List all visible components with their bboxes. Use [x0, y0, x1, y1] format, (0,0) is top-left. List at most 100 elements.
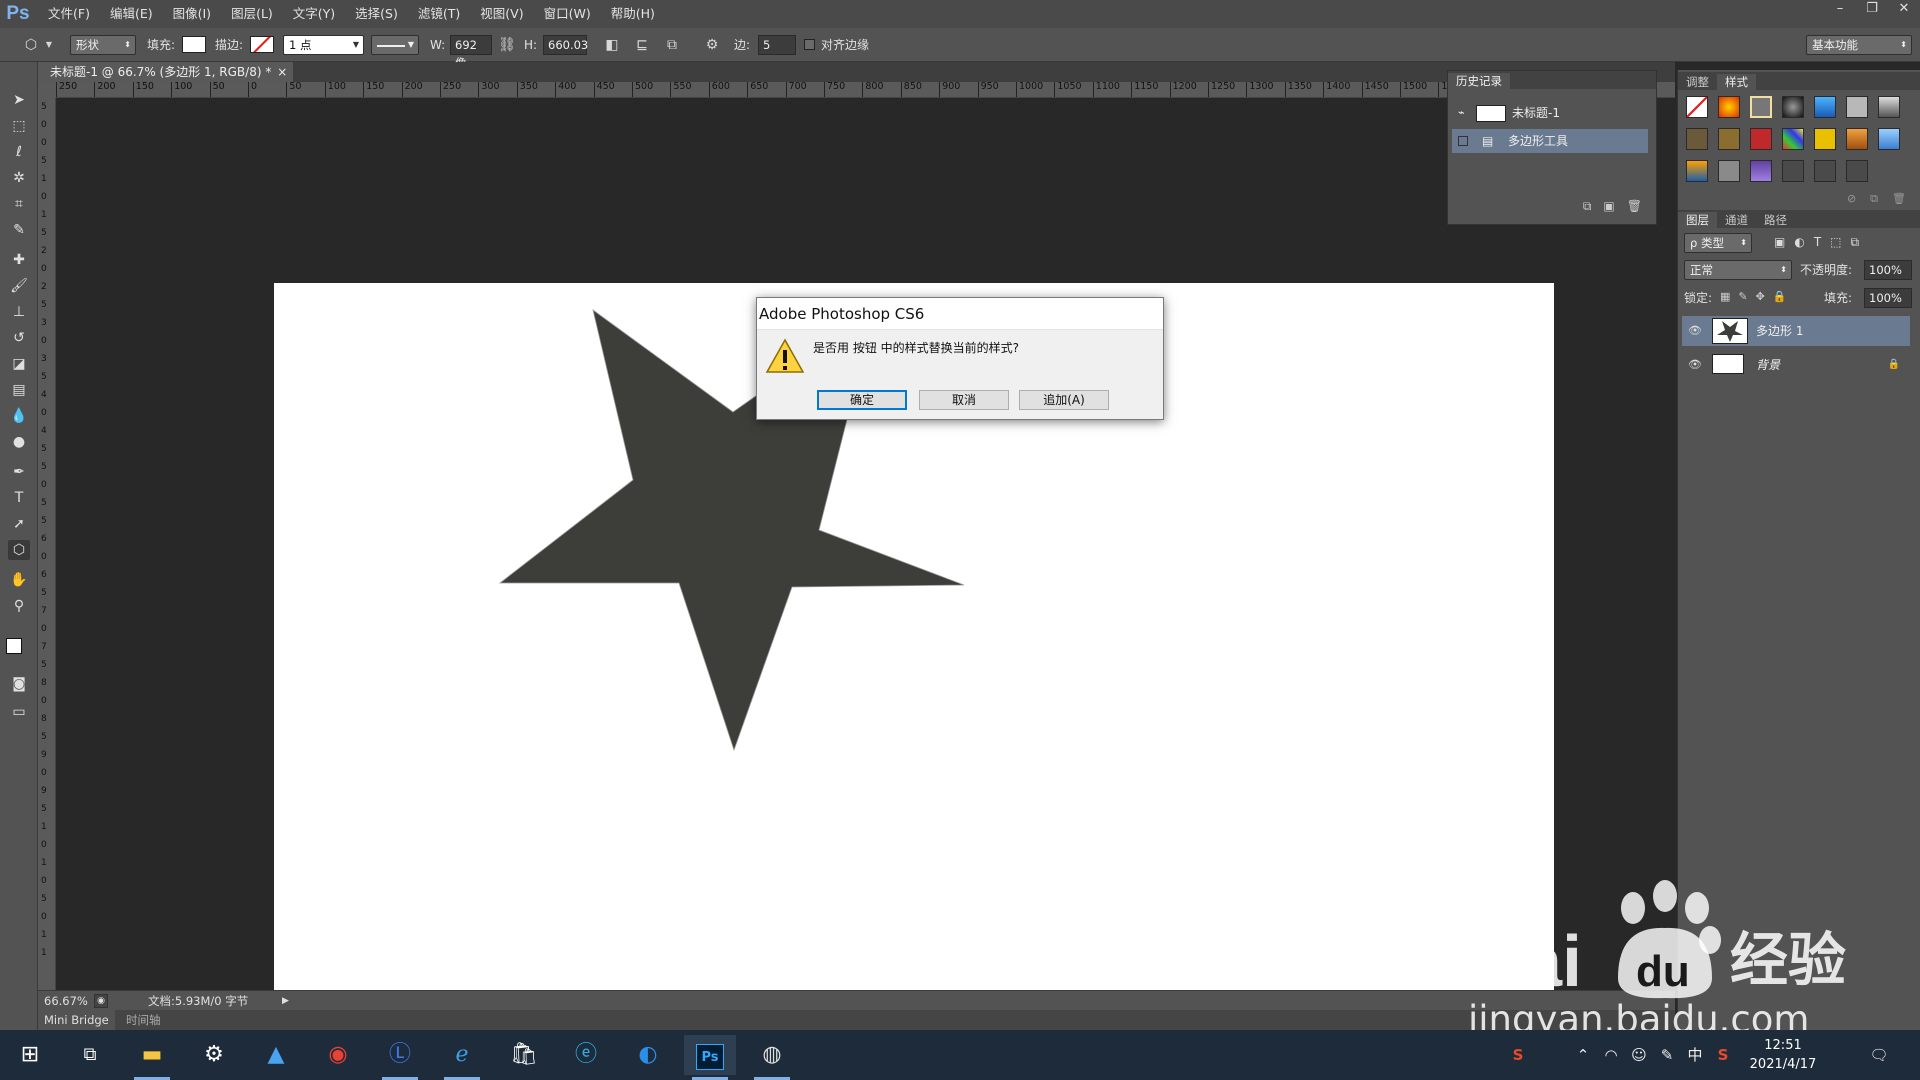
qq-icon[interactable]: ☺: [1628, 1030, 1650, 1080]
photos-icon[interactable]: ▲: [250, 1035, 302, 1075]
style-swatch[interactable]: [1686, 160, 1708, 182]
tool-mode-select[interactable]: 形状 ⬍: [70, 35, 136, 55]
width-field[interactable]: 692 像: [450, 35, 492, 70]
clock[interactable]: 12:51 2021/4/17: [1738, 1036, 1828, 1074]
wifi-icon[interactable]: ◠: [1600, 1030, 1622, 1080]
zoom-level[interactable]: 66.67%: [44, 991, 88, 1011]
zoom-tool-icon[interactable]: ⚲: [8, 596, 30, 616]
clear-style-icon[interactable]: ⊘: [1847, 192, 1856, 206]
menu-item[interactable]: 图层(L): [221, 0, 283, 28]
settings-gear-icon[interactable]: ⚙: [188, 1035, 240, 1075]
layer-name[interactable]: 多边形 1: [1756, 316, 1803, 346]
dodge-tool-icon[interactable]: ●: [8, 432, 30, 452]
style-swatch[interactable]: [1846, 160, 1868, 182]
workspace-select[interactable]: 基本功能 ⬍: [1806, 35, 1912, 55]
cancel-button[interactable]: 取消: [919, 390, 1009, 410]
history-brush-icon[interactable]: ↺: [8, 328, 30, 348]
healing-brush-icon[interactable]: ✚: [8, 250, 30, 270]
tab-timeline[interactable]: 时间轴: [120, 1010, 167, 1030]
crop-tool-icon[interactable]: ⌗: [8, 194, 30, 214]
minimize-button[interactable]: –: [1824, 0, 1856, 20]
style-swatch[interactable]: [1718, 128, 1740, 150]
style-swatch[interactable]: [1686, 96, 1708, 118]
quick-mask-icon[interactable]: ◙: [8, 674, 30, 694]
menu-item[interactable]: 文件(F): [38, 0, 100, 28]
style-swatch[interactable]: [1750, 128, 1772, 150]
menu-item[interactable]: 图像(I): [163, 0, 221, 28]
chevron-right-icon[interactable]: ▶: [282, 991, 289, 1011]
lark-icon[interactable]: Ⓛ: [374, 1035, 426, 1080]
chevron-up-icon[interactable]: ⌃: [1572, 1030, 1594, 1080]
pen-tool-icon[interactable]: ✒: [8, 462, 30, 482]
restore-button[interactable]: ❐: [1856, 0, 1888, 20]
tab-history[interactable]: 历史记录: [1448, 73, 1510, 89]
stroke-width-field[interactable]: 1 点 ▼: [283, 35, 364, 55]
browser-e-icon[interactable]: ⓔ: [560, 1035, 612, 1075]
type-tool-icon[interactable]: T: [8, 488, 30, 508]
lock-pixels-icon[interactable]: ✎: [1738, 290, 1747, 303]
layer-row[interactable]: 👁 背景 🔒: [1682, 350, 1910, 380]
layer-filter-select[interactable]: ρ 类型 ⬍: [1684, 233, 1752, 253]
close-button[interactable]: ✕: [1888, 0, 1920, 20]
style-swatch[interactable]: [1814, 96, 1836, 118]
style-swatch[interactable]: [1878, 128, 1900, 150]
path-selection-icon[interactable]: ➚: [8, 514, 30, 534]
style-swatch[interactable]: [1782, 160, 1804, 182]
photoshop-taskbar-icon[interactable]: Ps: [684, 1035, 736, 1080]
blur-tool-icon[interactable]: 💧: [8, 406, 30, 426]
camera-icon[interactable]: ▣: [1603, 199, 1614, 214]
brush-tool-icon[interactable]: 🖌: [8, 276, 30, 296]
fill-field[interactable]: 100%: [1864, 288, 1912, 308]
tab-channels[interactable]: 通道: [1717, 212, 1756, 228]
menu-item[interactable]: 滤镜(T): [408, 0, 470, 28]
history-item[interactable]: ▤ 多边形工具: [1452, 129, 1648, 153]
path-operations-icon[interactable]: ◧: [602, 35, 622, 55]
tab-styles[interactable]: 样式: [1717, 74, 1756, 90]
visibility-eye-icon[interactable]: 👁: [1688, 350, 1702, 380]
menu-item[interactable]: 编辑(E): [100, 0, 163, 28]
store-icon[interactable]: 🛍: [498, 1035, 550, 1075]
lock-transparent-icon[interactable]: ▦: [1720, 290, 1730, 303]
vertical-ruler[interactable]: 5005101520253035404550556065707580859095…: [38, 98, 56, 990]
shape-filter-icon[interactable]: ⬚: [1830, 235, 1841, 250]
move-tool-icon[interactable]: ➤: [8, 90, 30, 110]
stamp-tool-icon[interactable]: ⊥: [8, 302, 30, 322]
style-swatch[interactable]: [1814, 160, 1836, 182]
qq-browser-icon[interactable]: ◐: [622, 1035, 674, 1075]
visibility-eye-icon[interactable]: 👁: [1688, 316, 1702, 346]
path-arrangement-icon[interactable]: ⧉: [662, 35, 682, 55]
sogou-tray-icon[interactable]: S: [1712, 1030, 1734, 1080]
trash-icon[interactable]: 🗑: [1892, 192, 1906, 206]
media-player-icon[interactable]: ◍: [746, 1035, 798, 1080]
new-style-icon[interactable]: ⧉: [1870, 192, 1878, 206]
tab-adjustments[interactable]: 调整: [1678, 74, 1717, 90]
ok-button[interactable]: 确定: [817, 390, 907, 410]
polygon-tool-icon[interactable]: ⬡: [8, 540, 30, 560]
windows-start-icon[interactable]: ⊞: [4, 1035, 56, 1075]
style-swatch[interactable]: [1750, 160, 1772, 182]
style-swatch[interactable]: [1718, 96, 1740, 118]
lasso-tool-icon[interactable]: ℓ: [8, 142, 30, 162]
sogou-input-icon[interactable]: S: [1506, 1030, 1530, 1080]
link-icon[interactable]: ⛓: [498, 35, 516, 55]
tab-layers[interactable]: 图层: [1678, 212, 1717, 228]
polygon-tool-preset-icon[interactable]: ⬡: [20, 35, 42, 55]
internet-explorer-icon[interactable]: ℯ: [436, 1035, 488, 1080]
menu-item[interactable]: 窗口(W): [534, 0, 601, 28]
pen-icon[interactable]: ✎: [1656, 1030, 1678, 1080]
trash-icon[interactable]: 🗑: [1627, 199, 1642, 214]
layer-row[interactable]: 👁 多边形 1: [1682, 316, 1910, 346]
file-explorer-icon[interactable]: ▬: [126, 1035, 178, 1080]
sides-field[interactable]: 5: [758, 35, 796, 55]
lock-position-icon[interactable]: ✥: [1756, 290, 1765, 303]
adjustment-filter-icon[interactable]: ◐: [1794, 235, 1804, 250]
pixel-filter-icon[interactable]: ▣: [1774, 235, 1785, 250]
ruler-origin[interactable]: [38, 82, 56, 98]
style-swatch[interactable]: [1750, 96, 1772, 118]
new-document-icon[interactable]: ⧉: [1583, 199, 1592, 214]
append-button[interactable]: 追加(A): [1019, 390, 1109, 410]
height-field[interactable]: 660.03: [543, 35, 588, 55]
gradient-tool-icon[interactable]: ▤: [8, 380, 30, 400]
menu-item[interactable]: 视图(V): [470, 0, 533, 28]
marquee-tool-icon[interactable]: ⬚: [8, 116, 30, 136]
